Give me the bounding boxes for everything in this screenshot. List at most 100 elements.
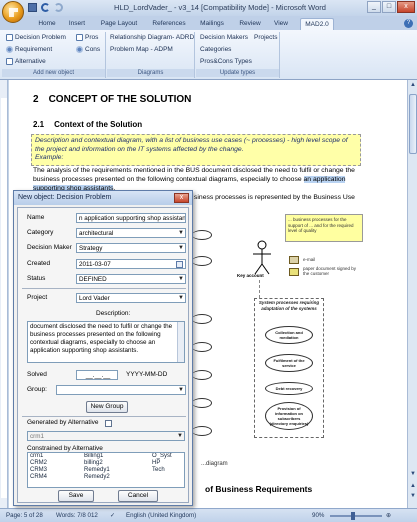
generated-checkbox[interactable] <box>105 420 112 427</box>
chevron-down-icon: ▼ <box>178 295 184 301</box>
window-controls: _ □ x <box>367 1 415 13</box>
cons-button[interactable]: Cons <box>76 46 100 53</box>
solved-format: YYYY-MM-DD <box>126 371 168 378</box>
system-title: System processes requiring adaptation of… <box>258 300 320 311</box>
instruction-note: Description and contextual diagram, with… <box>31 134 361 166</box>
email-label: e-mail <box>303 257 316 262</box>
pros-button[interactable]: Pros <box>76 34 98 41</box>
constrained-listbox[interactable]: crm1 Billing1 O_Syst CRM2 billing2 HP CR… <box>27 452 185 488</box>
redo-icon[interactable] <box>54 3 63 12</box>
group-label: Diagrams <box>107 69 194 77</box>
vertical-ruler <box>0 80 8 508</box>
actor-label: Key account <box>237 273 264 278</box>
minimize-button[interactable]: _ <box>367 1 381 13</box>
textarea-scrollbar[interactable] <box>177 322 184 362</box>
tab-mailings[interactable]: Mailings <box>196 18 228 30</box>
gear-icon <box>6 46 13 53</box>
proofing-icon[interactable]: ✓ <box>110 512 115 519</box>
list-item[interactable]: crm1 Billing1 O_Syst <box>28 453 184 460</box>
body-paragraph: The analysis of the requirements mention… <box>33 166 363 193</box>
ribbon-tabs: Home Insert Page Layout References Maili… <box>0 16 417 30</box>
use-case-information: Provision of information on subscribers … <box>265 402 313 430</box>
description-value: document disclosed the need to fulfil or… <box>30 323 173 354</box>
next-page-icon[interactable]: ▼ <box>409 492 417 501</box>
list-cell: crm1 <box>30 453 44 459</box>
vertical-scrollbar[interactable]: ▲ ▼ ▲ ▼ <box>407 80 417 508</box>
dialog-body: Name n application supporting shop assis… <box>17 207 189 503</box>
tab-references[interactable]: References <box>148 18 190 30</box>
created-date-field[interactable]: 2011-03-07 <box>76 259 186 269</box>
group-add-new-object: Decision Problem Pros Requirement Cons A… <box>2 32 106 78</box>
category-label: Category <box>27 229 54 236</box>
cancel-button[interactable]: Cancel <box>118 490 158 502</box>
note-example: Example: <box>35 154 64 161</box>
close-button[interactable]: x <box>397 1 415 13</box>
prev-page-icon[interactable]: ▲ <box>409 482 417 491</box>
zoom-in-icon[interactable]: ⊕ <box>386 512 391 519</box>
zoom-level[interactable]: 90% <box>312 512 324 519</box>
list-item[interactable]: CRM3 Remedy1 Tech <box>28 467 184 474</box>
document-icon <box>6 34 13 41</box>
gear-icon <box>76 46 83 53</box>
paper-document-label: paper document signed by the customer <box>303 266 357 276</box>
projects-button[interactable]: Projects <box>254 34 277 41</box>
name-field[interactable]: n application supporting shop assistants <box>76 213 186 223</box>
office-button[interactable] <box>2 1 24 23</box>
scroll-down-icon[interactable]: ▼ <box>409 470 417 479</box>
save-button[interactable]: Save <box>58 490 94 502</box>
alternative-select[interactable]: crm1 ▼ <box>27 431 185 441</box>
maximize-button[interactable]: □ <box>382 1 396 13</box>
tab-page-layout[interactable]: Page Layout <box>98 18 140 30</box>
quick-access-toolbar <box>28 3 63 12</box>
decision-problem-button[interactable]: Decision Problem <box>6 34 66 41</box>
list-item[interactable]: CRM4 Remedy2 <box>28 474 184 481</box>
calendar-icon[interactable] <box>176 261 183 268</box>
decision-maker-select[interactable]: Strategy ▼ <box>76 243 186 253</box>
generated-label: Generated by Alternative <box>27 419 99 426</box>
dialog-close-button[interactable]: x <box>174 193 189 203</box>
undo-icon[interactable] <box>41 3 50 12</box>
language[interactable]: English (United Kingdom) <box>126 512 196 519</box>
zoom-slider-thumb[interactable] <box>351 512 355 520</box>
relationship-diagram-button[interactable]: Relationship Diagram- ADRD <box>110 34 194 41</box>
category-select[interactable]: architectural ▼ <box>76 228 186 238</box>
categories-button[interactable]: Categories <box>200 46 231 53</box>
category-value: architectural <box>79 230 114 237</box>
decision-makers-button[interactable]: Decision Makers <box>200 34 248 41</box>
subsection-number: 2.1 <box>33 120 45 129</box>
problem-map-button[interactable]: Problem Map - ADPM <box>110 46 173 53</box>
group-select[interactable]: ▼ <box>56 385 186 395</box>
group-update-types: Decision Makers Projects Categories Pros… <box>196 32 280 78</box>
zoom-slider[interactable] <box>330 515 382 517</box>
status-select[interactable]: DEFINED ▼ <box>76 274 186 284</box>
subsection-title: Context of the Solution <box>54 120 143 129</box>
tab-mad2[interactable]: MAD2.0 <box>300 18 334 30</box>
scroll-up-icon[interactable]: ▲ <box>409 81 417 90</box>
save-icon[interactable] <box>28 3 37 12</box>
chevron-down-icon: ▼ <box>178 230 184 236</box>
connector-line <box>259 280 260 298</box>
tab-insert[interactable]: Insert <box>64 18 90 30</box>
description-label: Description: <box>96 310 131 317</box>
use-case-partial <box>192 256 212 266</box>
requirement-button[interactable]: Requirement <box>6 46 52 53</box>
scroll-thumb[interactable] <box>409 94 417 154</box>
help-icon[interactable]: ? <box>404 19 413 28</box>
pros-cons-types-button[interactable]: Pros&Cons Types <box>200 58 252 65</box>
word-count[interactable]: Words: 7/8 012 <box>56 512 98 519</box>
tab-view[interactable]: View <box>270 18 292 30</box>
document-icon <box>6 58 13 65</box>
tab-home[interactable]: Home <box>34 18 60 30</box>
list-cell: Remedy1 <box>84 467 110 473</box>
solved-date-field[interactable]: __.__.__ <box>76 370 118 380</box>
constrained-label: Constrained by Alternative <box>27 445 103 452</box>
tab-review[interactable]: Review <box>236 18 264 30</box>
list-item[interactable]: CRM2 billing2 HP <box>28 460 184 467</box>
new-group-button[interactable]: New Group <box>86 401 128 413</box>
status-label: Status <box>27 275 46 282</box>
page-count[interactable]: Page: 5 of 28 <box>6 512 43 519</box>
ribbon: Decision Problem Pros Requirement Cons A… <box>0 30 417 80</box>
alternative-button[interactable]: Alternative <box>6 58 46 65</box>
description-textarea[interactable]: document disclosed the need to fulfil or… <box>27 321 185 363</box>
project-select[interactable]: Lord Vader ▼ <box>76 293 186 303</box>
